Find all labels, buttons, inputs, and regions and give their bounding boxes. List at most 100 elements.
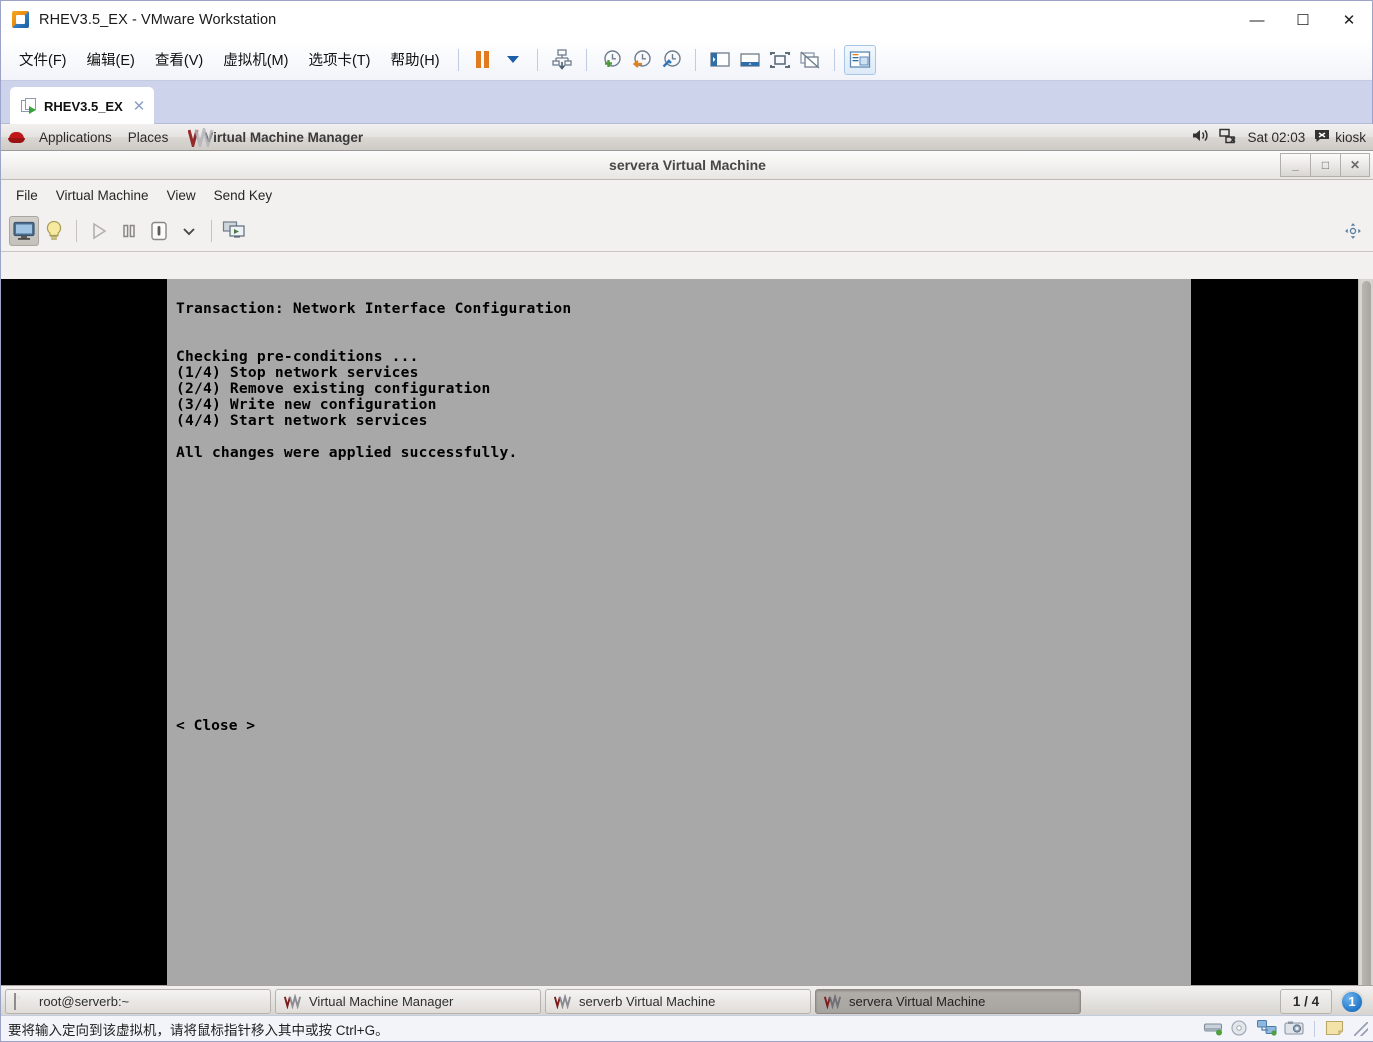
pause-icon[interactable] <box>468 45 498 75</box>
vv-menu-virtual-machine[interactable]: Virtual Machine <box>47 184 158 207</box>
fullscreen-icon[interactable] <box>765 45 795 75</box>
toolbar-divider <box>833 48 835 71</box>
menu-places[interactable]: Places <box>120 128 177 147</box>
user-chat-icon <box>1314 129 1330 146</box>
take-snapshot-icon[interactable] <box>596 45 626 75</box>
notes-icon[interactable] <box>1325 1020 1345 1037</box>
vmware-menu-bar: 文件(F) 编辑(E) 查看(V) 虚拟机(M) 选项卡(T) 帮助(H) <box>1 39 1372 81</box>
run-icon[interactable] <box>84 216 114 246</box>
tab-close-icon[interactable]: ✕ <box>133 99 146 114</box>
pause-icon[interactable] <box>114 216 144 246</box>
revert-snapshot-icon[interactable] <box>626 45 656 75</box>
vv-menu-view[interactable]: View <box>158 184 205 207</box>
virt-viewer-toolbar <box>1 210 1373 252</box>
status-divider <box>1314 1020 1315 1037</box>
vv-minimize-button[interactable]: _ <box>1280 153 1310 177</box>
tab-label: RHEV3.5_EX <box>44 98 123 114</box>
snapshot-manager-icon[interactable] <box>547 45 577 75</box>
scrollbar-thumb[interactable] <box>1362 281 1371 1015</box>
menu-applications[interactable]: Applications <box>31 128 120 147</box>
manage-snapshots-icon[interactable] <box>656 45 686 75</box>
virt-manager-icon <box>823 993 842 1010</box>
toolbar-divider <box>585 48 587 71</box>
vv-maximize-button[interactable]: □ <box>1310 153 1340 177</box>
panel-window-title-label: Virtual Machine Manager <box>204 129 364 145</box>
menu-tabs[interactable]: 选项卡(T) <box>299 45 379 74</box>
toolbar-divider <box>76 219 77 242</box>
terminal-icon <box>14 993 31 1010</box>
status-message: 要将输入定向到该虚拟机，请将鼠标指针移入其中或按 Ctrl+G。 <box>8 1022 389 1038</box>
virt-manager-icon <box>553 993 572 1010</box>
show-library-icon[interactable] <box>705 45 735 75</box>
taskbar-item-label: servera Virtual Machine <box>849 994 986 1009</box>
taskbar-item-vmm[interactable]: Virtual Machine Manager <box>275 989 541 1014</box>
close-button[interactable]: ✕ <box>1326 1 1372 39</box>
minimize-button[interactable]: — <box>1234 1 1280 39</box>
toolbar-divider <box>694 48 696 71</box>
vmware-window-controls: — ☐ ✕ <box>1234 1 1372 39</box>
vmware-status-bar: 要将输入定向到该虚拟机，请将鼠标指针移入其中或按 Ctrl+G。 <box>1 1015 1373 1041</box>
taskbar-item-terminal[interactable]: root@serverb:~ <box>5 989 271 1014</box>
panel-window-title[interactable]: Virtual Machine Manager <box>182 127 369 148</box>
panel-clock[interactable]: Sat 02:03 <box>1247 130 1305 145</box>
panel-user[interactable]: kiosk <box>1314 129 1366 146</box>
workspace-badge[interactable]: 1 <box>1340 989 1364 1014</box>
vv-close-button[interactable]: ✕ <box>1340 153 1370 177</box>
dropdown-caret-icon[interactable] <box>498 45 528 75</box>
menu-help[interactable]: 帮助(H) <box>381 45 448 74</box>
maximize-button[interactable]: ☐ <box>1280 1 1326 39</box>
taskbar-item-servera[interactable]: servera Virtual Machine <box>815 989 1081 1014</box>
cdrom-icon[interactable] <box>1230 1020 1250 1037</box>
harddisk-icon[interactable] <box>1203 1020 1223 1037</box>
vm-tab-icon <box>21 98 37 114</box>
tui-installer-screen: Transaction: Network Interface Configura… <box>167 279 1191 1017</box>
virt-manager-icon <box>283 993 302 1010</box>
show-hint-icon[interactable] <box>39 216 69 246</box>
vv-menu-file[interactable]: File <box>7 184 47 207</box>
taskbar-item-label: root@serverb:~ <box>39 994 130 1009</box>
network-disconnected-icon[interactable] <box>1219 128 1238 147</box>
vmware-title-bar: RHEV3.5_EX - VMware Workstation — ☐ ✕ <box>1 1 1372 39</box>
menu-vm[interactable]: 虚拟机(M) <box>214 45 297 74</box>
taskbar-item-serverb[interactable]: serverb Virtual Machine <box>545 989 811 1014</box>
vmware-tab-strip: RHEV3.5_EX ✕ <box>1 81 1372 124</box>
panel-user-label: kiosk <box>1335 129 1366 145</box>
volume-icon[interactable] <box>1192 128 1210 146</box>
vm-console-display[interactable]: Transaction: Network Interface Configura… <box>1 279 1373 1017</box>
virt-viewer-title-bar: servera Virtual Machine _ □ ✕ <box>1 151 1373 180</box>
menu-edit[interactable]: 编辑(E) <box>78 45 144 74</box>
toolbar-divider <box>211 219 212 242</box>
virt-viewer-window-controls: _ □ ✕ <box>1280 153 1370 177</box>
virt-viewer-title: servera Virtual Machine <box>609 157 766 173</box>
gnome-top-panel: Applications Places Virtual Machine Mana… <box>1 124 1373 151</box>
unity-mode-icon[interactable] <box>795 45 825 75</box>
taskbar-item-label: Virtual Machine Manager <box>309 994 454 1009</box>
toolbar-divider <box>457 48 459 71</box>
vmware-workstation-window: RHEV3.5_EX - VMware Workstation — ☐ ✕ 文件… <box>0 0 1373 1042</box>
redhat-icon[interactable] <box>8 130 25 145</box>
shutdown-dropdown-icon[interactable] <box>174 216 204 246</box>
switch-console-icon[interactable] <box>219 216 249 246</box>
menu-view[interactable]: 查看(V) <box>146 45 212 74</box>
console-vertical-scrollbar[interactable] <box>1358 279 1373 1017</box>
console-display-icon[interactable] <box>9 215 39 246</box>
panel-tray: Sat 02:03 kiosk <box>1192 128 1373 147</box>
guest-screen[interactable]: Applications Places Virtual Machine Mana… <box>1 124 1373 1017</box>
console-text: Transaction: Network Interface Configura… <box>176 300 572 461</box>
virt-viewer-menu-bar: File Virtual Machine View Send Key <box>1 180 1373 210</box>
status-device-icons <box>1203 1020 1373 1037</box>
workspace-count[interactable]: 1 / 4 <box>1280 989 1332 1014</box>
network-icon[interactable] <box>1257 1020 1277 1037</box>
gnome-taskbar: root@serverb:~ Virtual Machine Manager <box>1 985 1373 1017</box>
camera-icon[interactable] <box>1284 1020 1304 1037</box>
resize-grip-icon[interactable] <box>1354 1021 1368 1036</box>
tab-rhev35-ex[interactable]: RHEV3.5_EX ✕ <box>10 87 155 124</box>
shutdown-icon[interactable] <box>144 216 174 246</box>
move-pointer-icon[interactable] <box>1344 216 1373 246</box>
vmware-app-icon <box>12 11 30 29</box>
menu-file[interactable]: 文件(F) <box>10 45 76 74</box>
console-view-icon[interactable] <box>843 44 876 75</box>
show-thumbnail-bar-icon[interactable] <box>735 45 765 75</box>
console-close-button[interactable]: < Close > <box>176 717 255 734</box>
vv-menu-send-key[interactable]: Send Key <box>205 184 282 207</box>
